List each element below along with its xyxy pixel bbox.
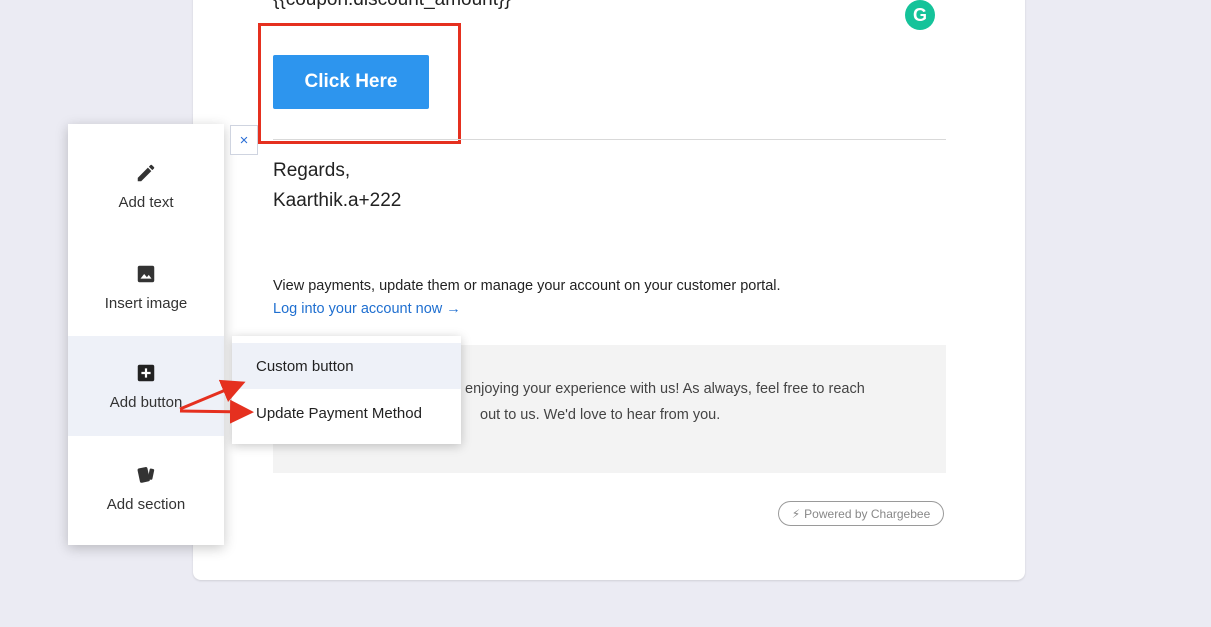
plus-square-icon	[135, 362, 157, 384]
add-text-tool[interactable]: Add text	[68, 136, 224, 236]
add-section-label: Add section	[106, 495, 186, 513]
add-section-tool[interactable]: Add section	[68, 438, 224, 538]
footer-line-2: out to us. We'd love to hear from you.	[480, 407, 721, 423]
pencil-icon	[135, 162, 157, 184]
portal-login-link[interactable]: Log into your account now →	[273, 301, 461, 317]
insert-image-label: Insert image	[104, 294, 188, 312]
powered-by-badge[interactable]: ⚡︎ Powered by Chargebee	[778, 501, 944, 526]
highlight-annotation-box	[258, 23, 461, 144]
add-button-tool[interactable]: Add button	[68, 336, 224, 436]
menu-item-update-payment-method[interactable]: Update Payment Method	[232, 390, 461, 436]
add-text-label: Add text	[118, 193, 174, 211]
cards-icon	[134, 464, 158, 486]
divider	[273, 139, 946, 140]
footer-message: enjoying your experience with us! As alw…	[465, 376, 925, 428]
insert-image-tool[interactable]: Insert image	[68, 237, 224, 337]
coupon-placeholder-text: {{coupon.discount_amount}}	[273, 0, 511, 11]
add-button-label: Add button	[109, 393, 183, 411]
close-toolbar-button[interactable]: ×	[230, 125, 258, 155]
signature-block: Regards, Kaarthik.a+222	[273, 156, 401, 216]
portal-description: View payments, update them or manage you…	[273, 278, 781, 294]
grammarly-icon[interactable]: G	[905, 0, 935, 30]
footer-line-1: enjoying your experience with us! As alw…	[465, 381, 865, 397]
lightning-icon: ⚡︎	[791, 506, 801, 521]
add-button-menu: Custom button Update Payment Method	[232, 336, 461, 444]
sender-name: Kaarthik.a+222	[273, 190, 402, 211]
menu-item-custom-button[interactable]: Custom button	[232, 343, 461, 389]
powered-by-label: Powered by Chargebee	[804, 506, 931, 521]
regards-line: Regards,	[273, 160, 351, 181]
image-icon	[135, 263, 157, 285]
editor-toolbar: Add text Insert image Add button Add sec…	[68, 124, 224, 545]
